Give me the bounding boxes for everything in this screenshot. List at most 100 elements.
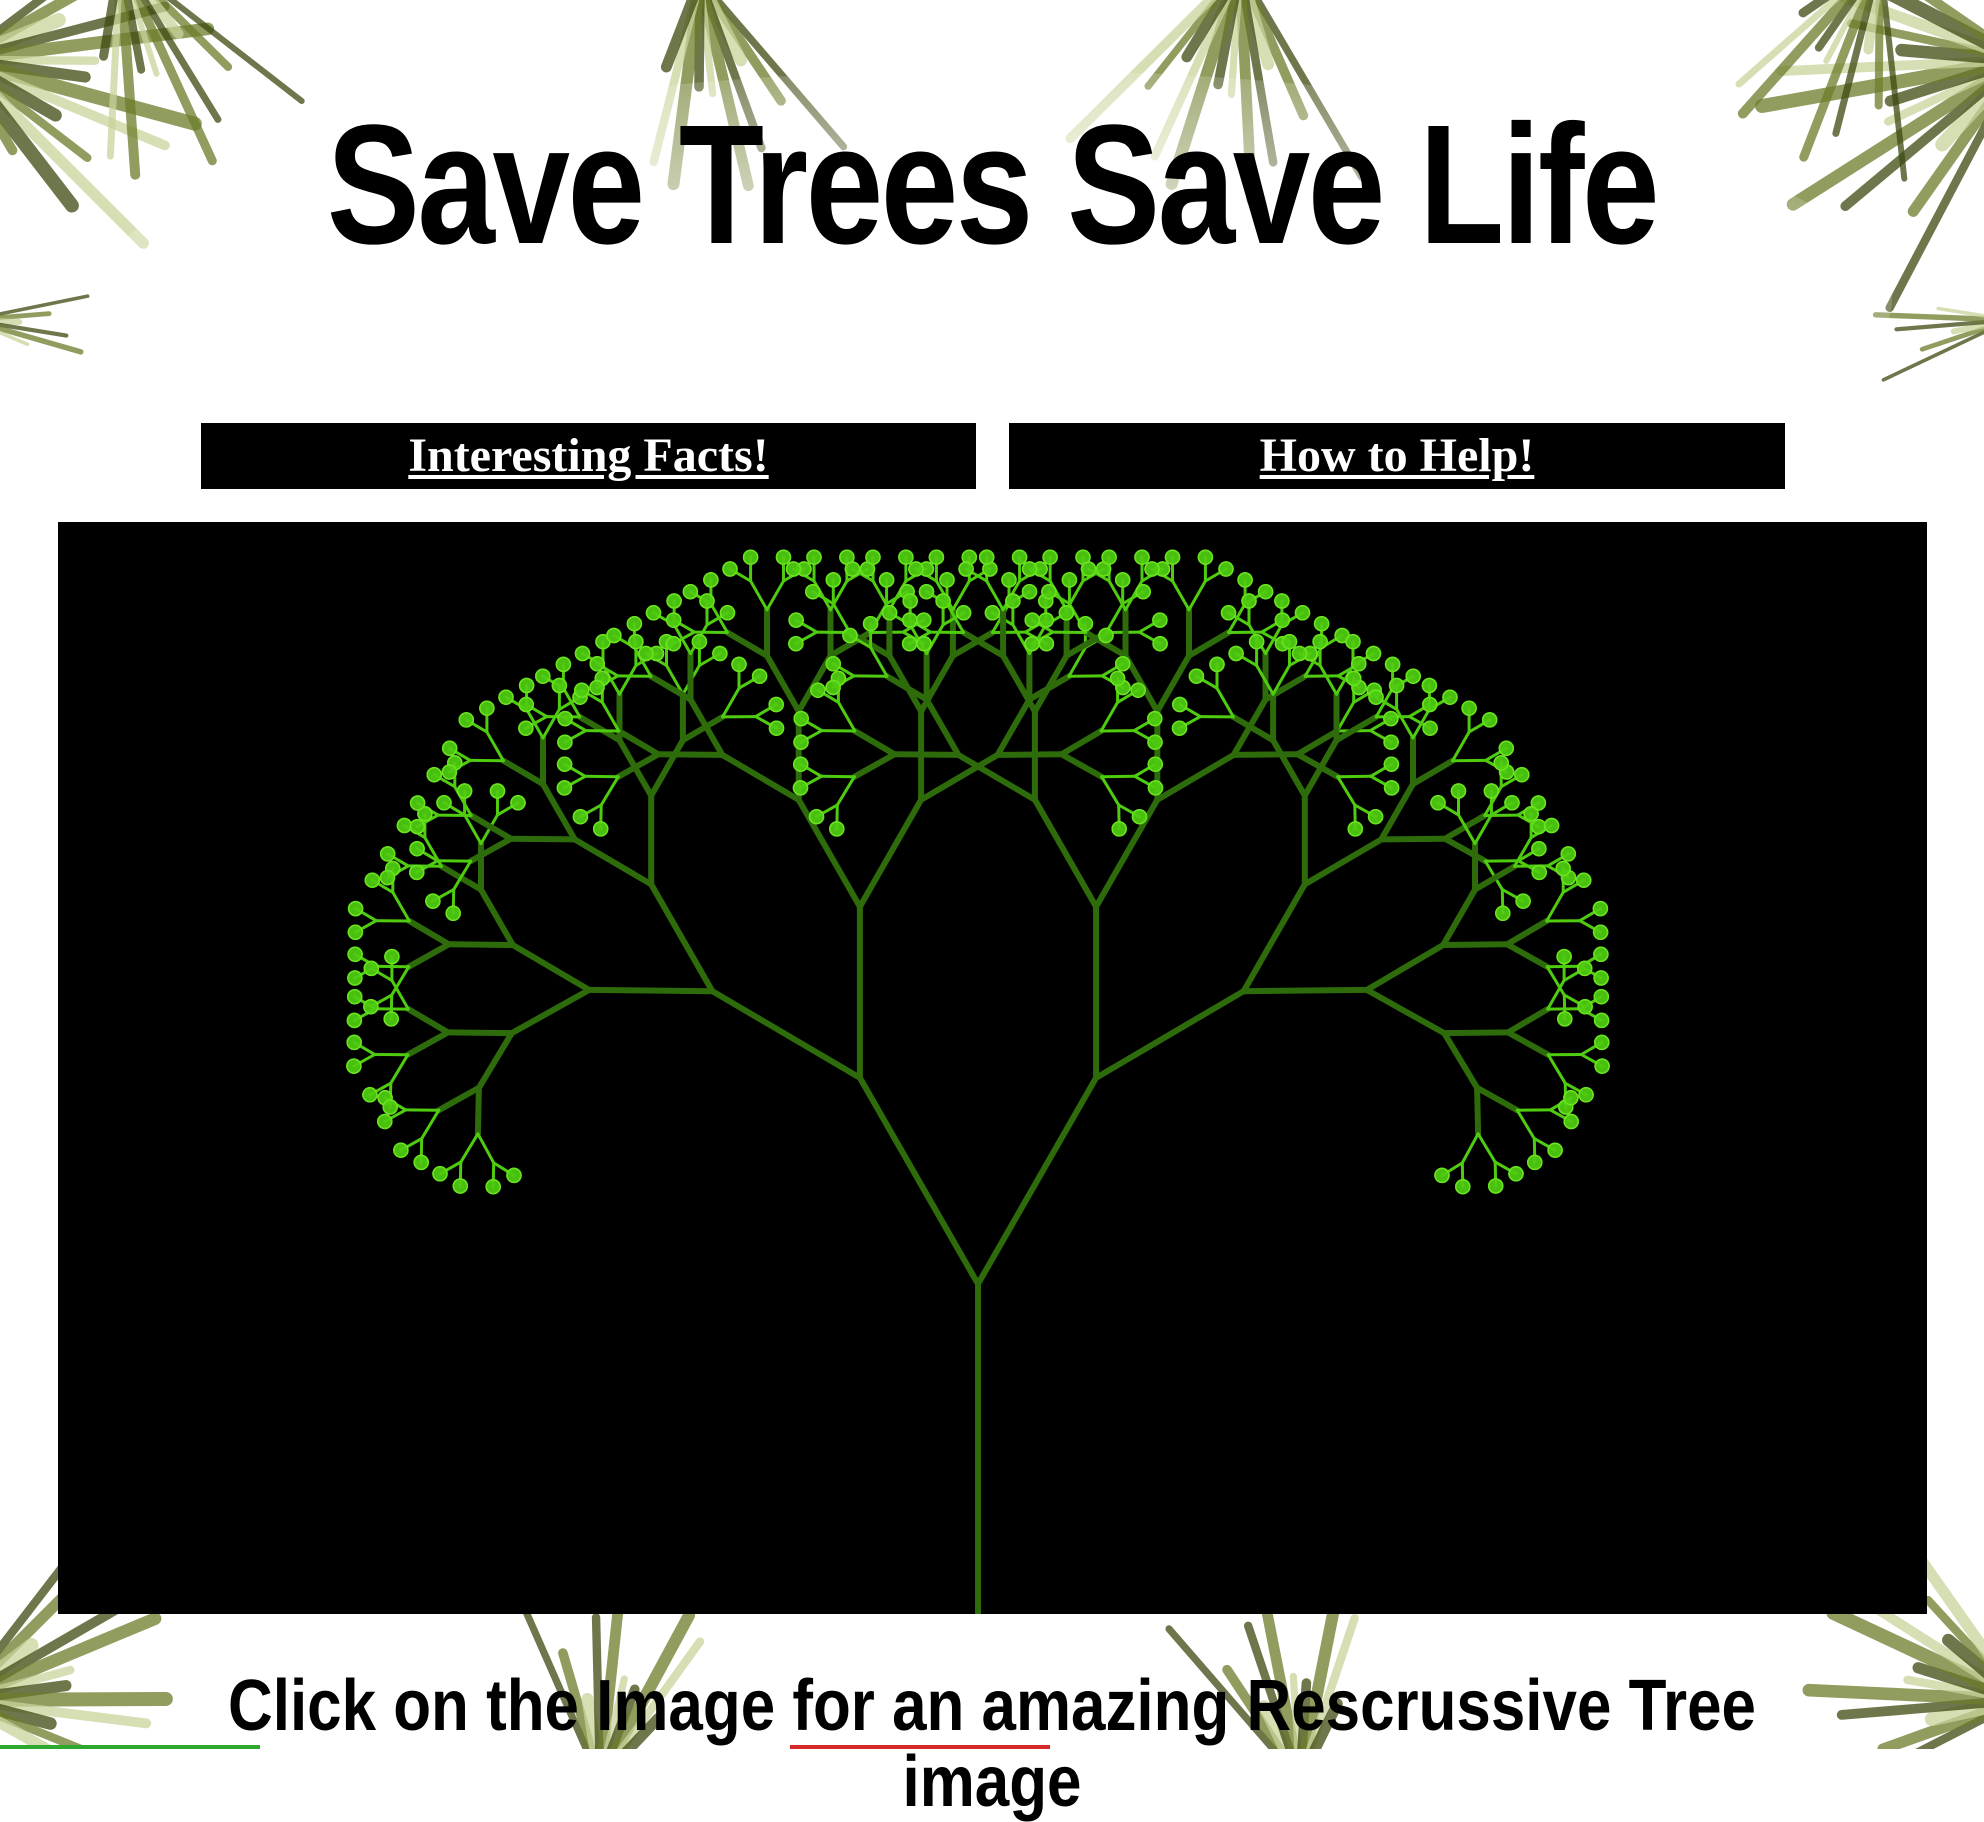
tree-leaf [1145,562,1159,576]
tree-leaf [1315,617,1329,631]
how-to-help-button[interactable]: How to Help! [1009,423,1785,489]
tree-leaf [1250,635,1264,649]
tree-leaf [883,606,897,620]
tree-leaf [667,637,681,651]
tree-leaf [1494,756,1508,770]
tree-leaf [1133,810,1147,824]
tree-leaf [365,873,379,887]
tree-leaf [1384,735,1398,749]
tree-leaf [1149,781,1163,795]
recursive-tree-image[interactable] [58,522,1927,1614]
tree-leaf [1595,1059,1609,1073]
tree-leaf [1594,990,1608,1004]
tree-leaf [1242,594,1256,608]
palm-frond [1876,309,1984,380]
tree-leaf [348,947,362,961]
tree-leaf [794,757,808,771]
tree-leaf [1532,865,1546,879]
tree-leaf [639,647,653,661]
tree-leaf [929,550,943,564]
tree-leaf [1548,1143,1562,1157]
tree-leaf [347,1035,361,1049]
tree-leaf [453,1179,467,1193]
tree-leaf [1386,657,1400,671]
tree-leaf [1431,796,1445,810]
tree-leaf [1136,585,1150,599]
tree-leaf [1148,735,1162,749]
tree-leaf [1296,606,1310,620]
tree-leaf [1166,550,1180,564]
tree-leaf [499,690,513,704]
tree-leaf [864,617,878,631]
tree-leaf [1135,550,1149,564]
tree-leaf [348,990,362,1004]
tree-leaf [590,681,604,695]
tree-leaf [1023,562,1037,576]
tree-leaf [1116,573,1130,587]
tree-leaf [1516,894,1530,908]
tree-leaf [519,721,533,735]
tree-leaf [557,781,571,795]
tree-leaf [903,594,917,608]
tree-leaf [1528,1155,1542,1169]
tree-leaf [811,683,825,697]
tree-branch [1381,839,1445,840]
tree-leaf [1452,784,1466,798]
tree-leaf [1042,585,1056,599]
tree-branch [1244,990,1367,991]
how-to-help-link[interactable]: How to Help! [1260,428,1535,484]
tree-leaf [1579,1088,1593,1102]
tree-leaf [556,657,570,671]
tree-leaf [1558,1012,1572,1026]
tree-leaf [437,796,451,810]
tree-leaf [507,1168,521,1182]
fractal-tree-graphic [58,522,1927,1614]
interesting-facts-link[interactable]: Interesting Facts! [408,428,768,484]
tree-leaf [1385,781,1399,795]
tree-leaf [1259,585,1273,599]
tree-leaf [713,647,727,661]
tree-leaf [1082,562,1096,576]
tree-leaf [959,562,973,576]
tree-leaf [1102,550,1116,564]
tree-leaf [446,906,460,920]
tree-leaf [1593,902,1607,916]
tree-leaf [1515,768,1529,782]
tree-leaf [1153,637,1167,651]
tree-leaf [826,681,840,695]
tree-leaf [1238,573,1252,587]
tree-leaf [1406,669,1420,683]
tree-leaf [1422,679,1436,693]
tree-leaf [427,768,441,782]
tree-leaf [443,741,457,755]
tree-leaf [1505,796,1519,810]
tree-leaf [1499,741,1513,755]
tree-leaf [777,550,791,564]
tree-leaf [378,1115,392,1129]
tree-leaf [985,606,999,620]
interesting-facts-button[interactable]: Interesting Facts! [201,423,976,489]
tree-leaf [410,820,424,834]
tree-leaf [1112,822,1126,836]
tree-branch [1444,1032,1508,1033]
tree-image-background [58,522,1927,1614]
tree-leaf [1059,606,1073,620]
tree-leaf [1594,971,1608,985]
tree-leaf [385,950,399,964]
tree-leaf [1148,757,1162,771]
tree-leaf [807,550,821,564]
tree-leaf [1489,1179,1503,1193]
tree-leaf [347,1013,361,1027]
tree-leaf [1545,819,1559,833]
tree-leaf [769,698,783,712]
tree-leaf [573,810,587,824]
tree-leaf [1025,613,1039,627]
tree-leaf [1369,810,1383,824]
tree-leaf [732,657,746,671]
tree-leaf [442,765,456,779]
tree-branch [1443,944,1507,945]
tree-leaf [1577,873,1591,887]
tree-leaf [789,637,803,651]
tree-leaf [594,822,608,836]
tree-leaf [1594,925,1608,939]
